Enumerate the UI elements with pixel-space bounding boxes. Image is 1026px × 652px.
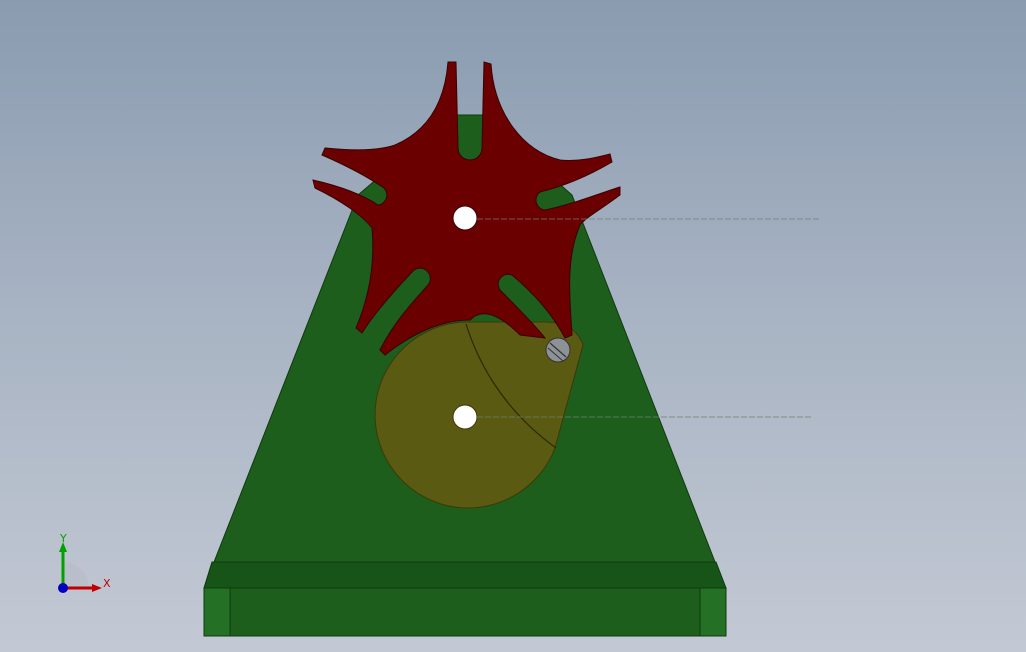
geneva-hub-hole [452, 205, 478, 231]
x-axis-label: X [103, 577, 111, 590]
drive-hub-hole [452, 404, 478, 430]
base-block-left-face [203, 587, 231, 637]
axis-triad-icon: Y X [58, 532, 111, 593]
base-block[interactable] [203, 587, 727, 637]
base-step[interactable] [203, 561, 727, 589]
base-block-right-face [699, 587, 727, 637]
pin-icon[interactable] [545, 337, 571, 363]
cad-viewport[interactable]: Y X [0, 0, 1026, 652]
mechanism-model[interactable] [0, 0, 1026, 652]
y-axis-label: Y [59, 532, 67, 545]
